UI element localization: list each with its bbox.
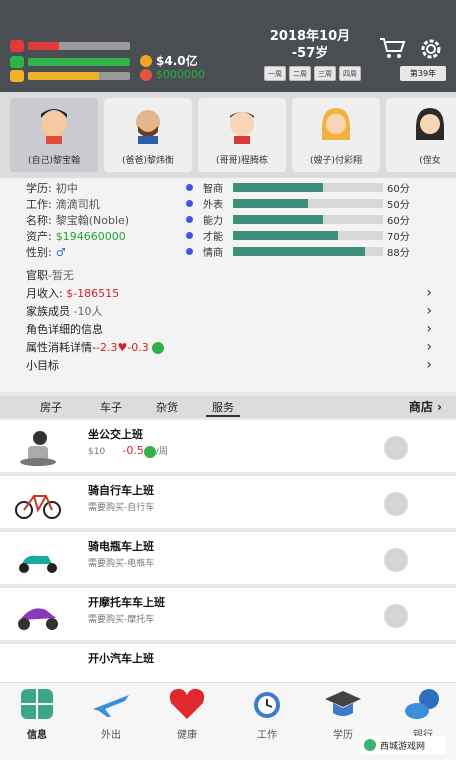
attr-talent: 才能 70分 bbox=[186, 228, 410, 243]
avatar-face-icon bbox=[322, 108, 350, 140]
chevron-right-icon: › bbox=[426, 285, 432, 301]
motorcycle-icon bbox=[18, 608, 58, 630]
heart-icon: ♥ bbox=[117, 341, 128, 354]
game-date: 2018年10月 -57岁 bbox=[269, 29, 351, 61]
nav-education[interactable]: 学历 bbox=[318, 687, 368, 741]
tab-house[interactable]: 房子 bbox=[40, 399, 62, 415]
assets-row: 资产: $194660000 bbox=[26, 230, 126, 243]
chevron-right-icon: › bbox=[426, 339, 432, 355]
gear-icon[interactable] bbox=[418, 36, 444, 65]
avatar-face-icon bbox=[41, 109, 67, 144]
cash-icon bbox=[140, 68, 152, 81]
family-row[interactable]: 家族成员 -10人 › bbox=[26, 302, 432, 320]
heart-icon bbox=[169, 688, 205, 719]
profile-panel: 学历: 初中 工作: 滴滴司机 名称: 黎宝翰(Noble) 资产: $19466000… bbox=[0, 178, 456, 392]
smile-icon bbox=[10, 56, 24, 68]
list-item: 骑自行车上班 需要购买-自行车 bbox=[0, 476, 456, 528]
avatar-brother[interactable]: (哥哥)程腾栋 bbox=[198, 98, 286, 172]
avatar-niece[interactable]: (侄女 bbox=[386, 98, 456, 172]
list-item: 坐公交上班 $10 -0.5/周 bbox=[0, 420, 456, 472]
role-detail-row[interactable]: 角色详细的信息 › bbox=[26, 320, 432, 338]
attr-ability: 能力 60分 bbox=[186, 212, 410, 227]
happy-stat bbox=[10, 56, 130, 68]
list-item: 骑电瓶车上班 需要购买-电瓶车 bbox=[0, 532, 456, 584]
chevron-right-icon: › bbox=[426, 321, 432, 337]
energy-icon bbox=[10, 70, 24, 82]
week4-button[interactable]: 四周 bbox=[339, 66, 361, 81]
cart-icon[interactable] bbox=[378, 36, 406, 63]
bank-coins-icon bbox=[405, 689, 439, 719]
attr-looks: 外表 50分 bbox=[186, 196, 410, 211]
watermark-logo-icon bbox=[364, 739, 376, 751]
tab-service[interactable]: 服务 bbox=[206, 399, 240, 417]
shop-link[interactable]: 商店 › bbox=[409, 398, 442, 415]
category-tabs: 房子 车子 杂货 服务 商店 › bbox=[0, 396, 456, 418]
smile-icon bbox=[143, 445, 156, 458]
smile-icon bbox=[152, 342, 165, 354]
gender-row: 性别: ♂ bbox=[26, 246, 66, 259]
avatar-face-icon bbox=[136, 110, 160, 144]
attr-eq: 情商 88分 bbox=[186, 244, 410, 259]
bus-rider-icon bbox=[20, 431, 56, 466]
goal-row[interactable]: 小目标 › bbox=[26, 356, 432, 374]
select-toggle[interactable] bbox=[384, 436, 408, 460]
watermark: 西城游戏网 bbox=[360, 736, 446, 754]
education-row: 学历: 初中 bbox=[26, 182, 78, 195]
attr-iq: 智商 60分 bbox=[186, 180, 410, 195]
health-stat bbox=[10, 40, 130, 52]
select-toggle[interactable] bbox=[384, 492, 408, 516]
avatar-self[interactable]: (自己)黎宝翰 bbox=[10, 98, 98, 172]
nav-health[interactable]: 健康 bbox=[162, 687, 212, 741]
week1-button[interactable]: 一周 bbox=[264, 66, 286, 81]
nav-bank[interactable]: 银行 bbox=[398, 687, 448, 741]
income-row[interactable]: 月收入: $-186515 › bbox=[26, 284, 432, 302]
avatar-father[interactable]: (爸爸)黎炜衡 bbox=[104, 98, 192, 172]
chevron-right-icon: › bbox=[426, 303, 432, 319]
coin-icon bbox=[140, 54, 152, 67]
time-buttons: 一周 二周 三周 四周 bbox=[264, 66, 361, 81]
chevron-right-icon: › bbox=[426, 357, 432, 373]
nav-work[interactable]: 工作 bbox=[242, 687, 292, 741]
nav-outing[interactable]: 外出 bbox=[86, 687, 136, 741]
avatar-face-icon bbox=[230, 112, 254, 144]
nav-info[interactable]: 信息 bbox=[12, 687, 62, 741]
avatar-face-icon bbox=[416, 108, 444, 140]
character-strip: (自己)黎宝翰 (爸爸)黎炜衡 (哥哥)程腾栋 (嫂子)付彩翔 (侄女 bbox=[0, 92, 456, 178]
scooter-icon bbox=[19, 555, 57, 573]
heart-icon bbox=[10, 40, 24, 52]
energy-bar bbox=[28, 72, 130, 80]
alarm-clock-icon bbox=[254, 692, 280, 718]
money-display: $4.0亿 bbox=[140, 52, 198, 69]
list-item: 开摩托车车上班 需要购买-摩托车 bbox=[0, 588, 456, 640]
bicycle-icon bbox=[15, 495, 61, 519]
select-toggle[interactable] bbox=[384, 548, 408, 572]
airplane-icon bbox=[93, 695, 129, 717]
list-item: 开小汽车上班 bbox=[0, 644, 456, 682]
info-grid-icon bbox=[21, 689, 53, 719]
avatar-sister-in-law[interactable]: (嫂子)付彩翔 bbox=[292, 98, 380, 172]
top-status-bar: $4.0亿 $000000 2018年10月 -57岁 一周 二周 三周 四周 … bbox=[0, 0, 456, 92]
year-button[interactable]: 第39年 bbox=[400, 66, 446, 81]
male-icon: ♂ bbox=[55, 246, 66, 259]
name-row: 名称: 黎宝翰(Noble) bbox=[26, 214, 130, 227]
week3-button[interactable]: 三周 bbox=[314, 66, 336, 81]
happy-bar bbox=[28, 58, 130, 66]
graduation-cap-icon bbox=[325, 691, 361, 716]
tab-goods[interactable]: 杂货 bbox=[156, 399, 178, 415]
tab-car[interactable]: 车子 bbox=[100, 399, 122, 415]
energy-stat bbox=[10, 70, 130, 82]
official-row: 官职-暂无 bbox=[26, 269, 74, 282]
attr-cost-row[interactable]: 属性消耗详情--2.3♥-0.3 › bbox=[26, 338, 432, 356]
health-bar bbox=[28, 42, 130, 50]
week2-button[interactable]: 二周 bbox=[289, 66, 311, 81]
job-row: 工作: 滴滴司机 bbox=[26, 198, 100, 211]
money-sub: $000000 bbox=[140, 68, 205, 81]
select-toggle[interactable] bbox=[384, 604, 408, 628]
